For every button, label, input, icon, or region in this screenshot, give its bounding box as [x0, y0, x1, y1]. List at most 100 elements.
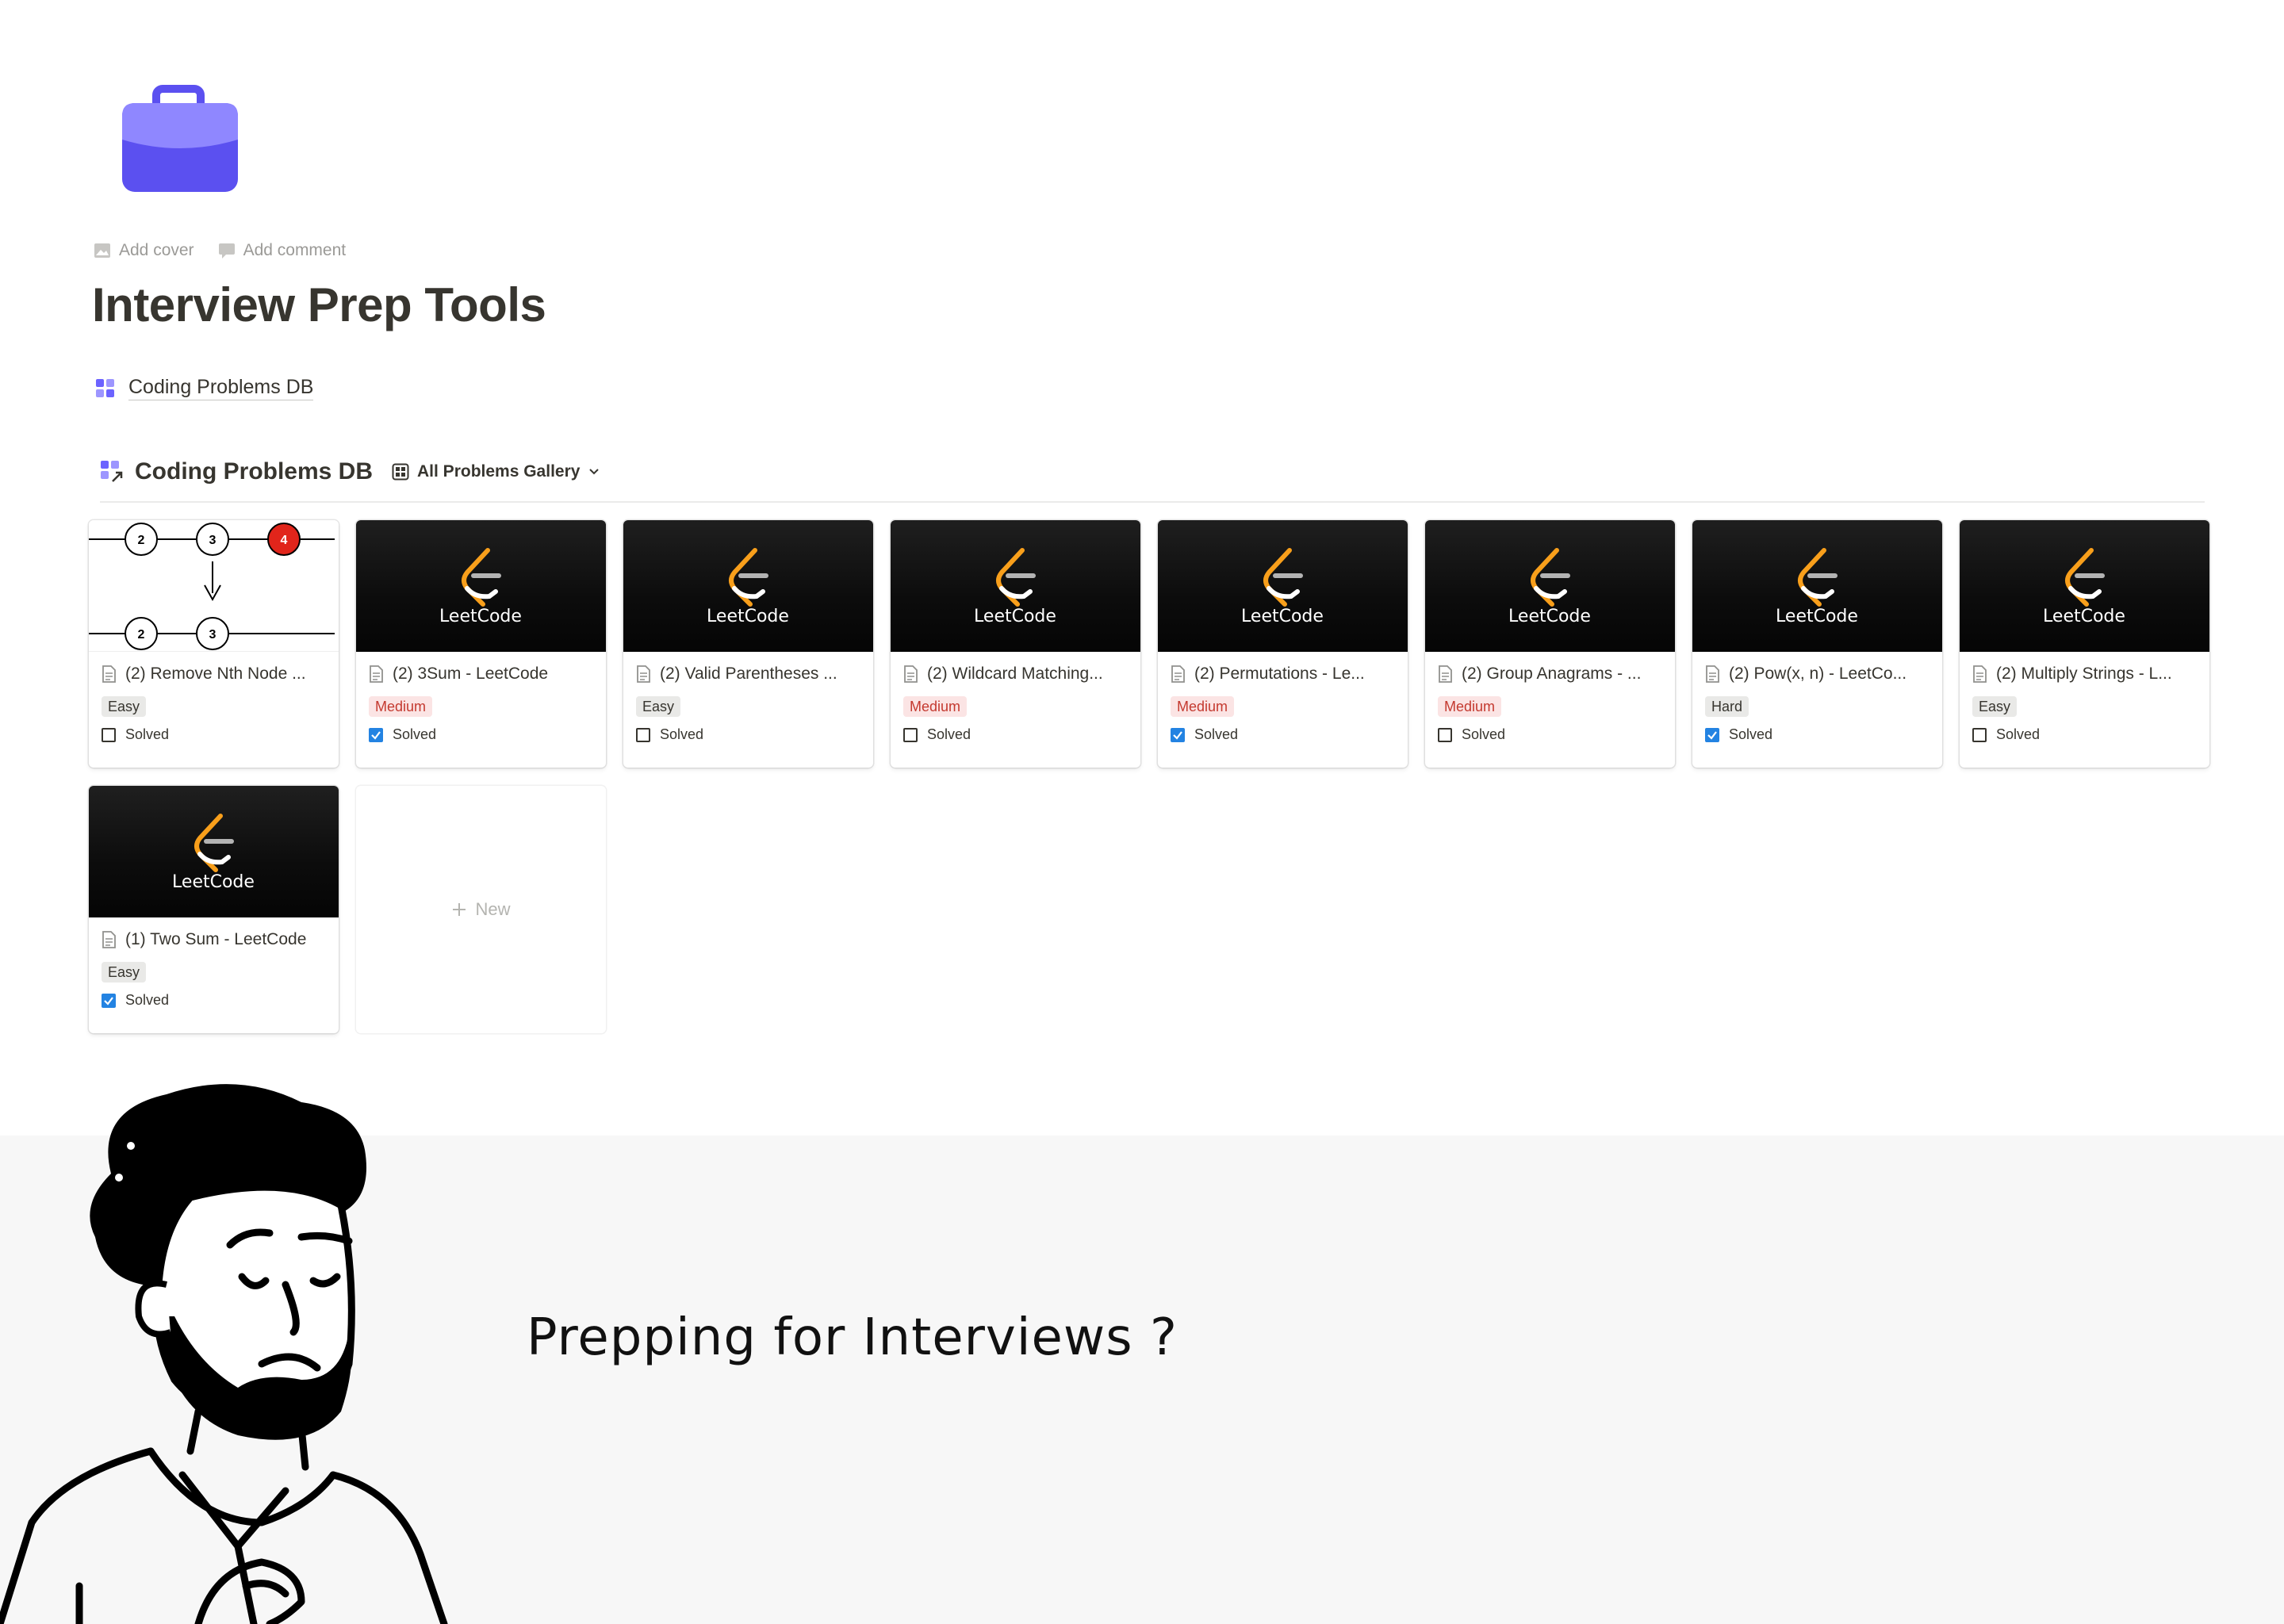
solved-label: Solved: [1729, 726, 1773, 742]
card-cover-leetcode: LeetCode: [89, 786, 339, 917]
new-card-button[interactable]: New: [356, 786, 606, 1033]
page-doc-icon: [904, 665, 918, 683]
solved-checkbox[interactable]: [1705, 727, 1719, 742]
leetcode-wordmark: LeetCode: [1776, 607, 1858, 626]
difficulty-badge: Medium: [369, 696, 433, 717]
difficulty-badge: Easy: [102, 696, 147, 717]
linked-list-diagram: 2 3 4 2 3: [89, 523, 335, 650]
card-cover-leetcode: LeetCode: [1960, 520, 2209, 652]
gallery-card[interactable]: LeetCode (2) Wildcard Matching... Medium…: [891, 520, 1140, 768]
page-title[interactable]: Interview Prep Tools: [92, 278, 546, 332]
solved-property: Solved: [1705, 726, 1928, 743]
difficulty-badge: Easy: [1972, 696, 2018, 717]
solved-checkbox[interactable]: [1972, 727, 1987, 742]
view-selector[interactable]: All Problems Gallery: [392, 462, 600, 481]
card-title[interactable]: (2) Multiply Strings - L...: [1972, 665, 2195, 684]
card-title[interactable]: (2) Valid Parentheses ...: [636, 665, 859, 684]
leetcode-logo-icon: LeetCode: [439, 548, 522, 626]
gallery-card[interactable]: LeetCode (2) Permutations - Le... Medium…: [1158, 520, 1408, 768]
card-title[interactable]: (2) Wildcard Matching...: [903, 665, 1126, 684]
solved-label: Solved: [125, 726, 170, 742]
leetcode-wordmark: LeetCode: [1508, 607, 1591, 626]
comment-icon: [218, 243, 235, 259]
leetcode-wordmark: LeetCode: [974, 607, 1056, 626]
solved-property: Solved: [903, 726, 1126, 743]
solved-property: Solved: [369, 726, 592, 743]
page-doc-icon: [102, 665, 116, 683]
database-title[interactable]: Coding Problems DB: [100, 458, 373, 485]
card-body: (2) Multiply Strings - L... Easy Solved: [1960, 652, 2209, 743]
card-title-text: (2) Multiply Strings - L...: [1996, 665, 2172, 683]
gallery-card[interactable]: LeetCode (2) Group Anagrams - ... Medium…: [1425, 520, 1675, 768]
leetcode-logo-icon: LeetCode: [1241, 548, 1324, 626]
card-title[interactable]: (2) Permutations - Le...: [1171, 665, 1393, 684]
solved-checkbox[interactable]: [1171, 727, 1185, 742]
card-title-text: (1) Two Sum - LeetCode: [125, 930, 307, 948]
solved-checkbox[interactable]: [369, 727, 383, 742]
gallery-card[interactable]: LeetCode (2) Valid Parentheses ... Easy …: [623, 520, 873, 768]
gallery-db-icon: [96, 378, 114, 397]
solved-checkbox[interactable]: [903, 727, 918, 742]
card-title[interactable]: (2) Pow(x, n) - LeetCo...: [1705, 665, 1928, 684]
gallery-card[interactable]: LeetCode (2) 3Sum - LeetCode Medium Solv…: [356, 520, 606, 768]
card-title[interactable]: (2) Remove Nth Node ...: [102, 665, 324, 684]
card-cover-leetcode: LeetCode: [356, 520, 606, 652]
difficulty-badge: Hard: [1705, 696, 1749, 717]
leetcode-logo-icon: LeetCode: [172, 814, 255, 892]
leetcode-wordmark: LeetCode: [172, 872, 255, 892]
solved-checkbox[interactable]: [1438, 727, 1452, 742]
card-title-text: (2) Permutations - Le...: [1194, 665, 1365, 683]
card-cover-leetcode: LeetCode: [1425, 520, 1675, 652]
page-doc-icon: [102, 931, 116, 948]
diagram-node-label: 3: [209, 628, 217, 642]
gallery-card[interactable]: LeetCode (1) Two Sum - LeetCode Easy Sol…: [89, 786, 339, 1033]
notion-page: Add cover Add comment Interview Prep Too…: [0, 0, 2284, 1624]
card-cover-leetcode: LeetCode: [1692, 520, 1942, 652]
card-title[interactable]: (1) Two Sum - LeetCode: [102, 930, 324, 949]
solved-checkbox[interactable]: [636, 727, 650, 742]
image-icon: [94, 243, 110, 258]
view-label: All Problems Gallery: [417, 462, 581, 481]
add-cover-button[interactable]: Add cover: [94, 241, 194, 260]
card-title[interactable]: (2) 3Sum - LeetCode: [369, 665, 592, 684]
diagram-node-label: 2: [138, 534, 145, 547]
card-body: (2) Wildcard Matching... Medium Solved: [891, 652, 1140, 743]
solved-property: Solved: [1438, 726, 1661, 743]
gallery-card[interactable]: LeetCode (2) Multiply Strings - L... Eas…: [1960, 520, 2209, 768]
solved-property: Solved: [102, 992, 324, 1009]
solved-checkbox[interactable]: [102, 993, 116, 1008]
card-cover-leetcode: LeetCode: [1158, 520, 1408, 652]
difficulty-badge: Medium: [903, 696, 968, 717]
solved-label: Solved: [660, 726, 704, 742]
linked-database-link[interactable]: Coding Problems DB: [95, 376, 314, 400]
page-meta-actions: Add cover Add comment: [94, 241, 346, 260]
gallery-card[interactable]: LeetCode (2) Pow(x, n) - LeetCo... Hard …: [1692, 520, 1942, 768]
card-body: (2) Remove Nth Node ... Easy Solved: [89, 652, 339, 743]
chevron-down-icon: [589, 469, 600, 475]
leetcode-logo-icon: LeetCode: [974, 548, 1056, 626]
card-title-text: (2) Valid Parentheses ...: [660, 665, 837, 683]
page-doc-icon: [1973, 665, 1987, 683]
card-title-text: (2) Remove Nth Node ...: [125, 665, 306, 683]
difficulty-badge: Easy: [102, 962, 147, 982]
solved-checkbox[interactable]: [102, 727, 116, 742]
leetcode-logo-icon: LeetCode: [1508, 548, 1591, 626]
add-comment-label: Add comment: [243, 241, 347, 259]
solved-property: Solved: [1171, 726, 1393, 743]
gallery-card[interactable]: 2 3 4 2 3 (2) Remove Nth Node ... Easy S…: [89, 520, 339, 768]
card-title-text: (2) Wildcard Matching...: [927, 665, 1103, 683]
briefcase-icon[interactable]: [119, 84, 241, 195]
add-comment-button[interactable]: Add comment: [218, 241, 347, 260]
diagram-node-label: 2: [138, 628, 145, 642]
leetcode-wordmark: LeetCode: [439, 607, 522, 626]
page-doc-icon: [1171, 665, 1185, 683]
leetcode-wordmark: LeetCode: [1241, 607, 1324, 626]
solved-label: Solved: [125, 992, 170, 1008]
card-cover-leetcode: LeetCode: [623, 520, 873, 652]
solved-property: Solved: [1972, 726, 2195, 743]
card-body: (2) Valid Parentheses ... Easy Solved: [623, 652, 873, 743]
linked-db-icon: [101, 461, 123, 482]
card-title[interactable]: (2) Group Anagrams - ...: [1438, 665, 1661, 684]
database-title-text: Coding Problems DB: [135, 458, 374, 485]
diagram-node-label: 4: [281, 534, 288, 547]
